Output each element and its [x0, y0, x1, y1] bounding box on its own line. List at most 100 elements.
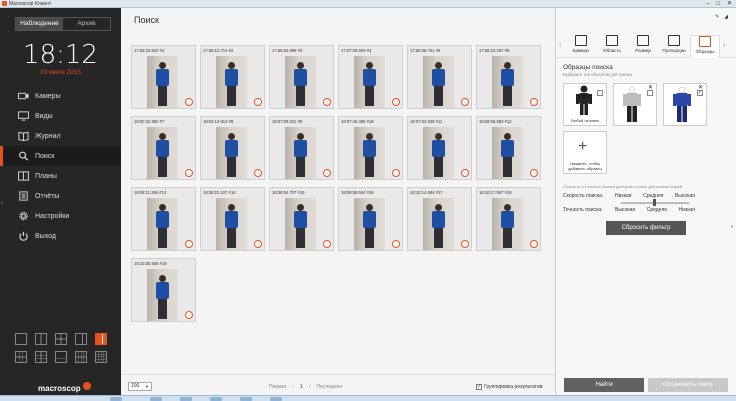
- result-card[interactable]: 17:55:23.842 #1 →: [131, 45, 196, 109]
- result-card[interactable]: 18:10:35.936 #19 →: [131, 258, 196, 322]
- taskbar-item[interactable]: [210, 397, 222, 401]
- result-thumbnail[interactable]: [216, 127, 247, 179]
- tab-size[interactable]: Размер: [628, 35, 658, 53]
- result-card[interactable]: 18:10:17.597 #18 →: [476, 187, 541, 251]
- open-result-icon[interactable]: →: [461, 98, 469, 106]
- open-result-icon[interactable]: →: [323, 169, 331, 177]
- find-button[interactable]: Найти: [564, 378, 644, 392]
- sample-checkbox[interactable]: [647, 90, 653, 96]
- result-thumbnail[interactable]: [492, 198, 523, 250]
- layout-4x4-button[interactable]: [75, 351, 87, 363]
- taskbar-item[interactable]: [110, 397, 122, 401]
- result-thumbnail[interactable]: [285, 127, 316, 179]
- open-result-icon[interactable]: →: [185, 169, 193, 177]
- result-card[interactable]: 17:57:08.509 #4 →: [338, 45, 403, 109]
- expand-icon[interactable]: ◢: [724, 14, 728, 20]
- open-result-icon[interactable]: →: [254, 98, 262, 106]
- result-card[interactable]: 17:56:52.898 #3 →: [269, 45, 334, 109]
- per-page-select[interactable]: 100 ▼: [128, 382, 152, 391]
- pager-current[interactable]: 1: [300, 384, 303, 390]
- speed-accuracy-slider[interactable]: [621, 199, 689, 206]
- result-card[interactable]: 18:08:06.583 #12 →: [476, 116, 541, 180]
- taskbar-item[interactable]: [180, 397, 192, 401]
- pager-first[interactable]: Первая: [269, 384, 286, 390]
- open-result-icon[interactable]: →: [185, 240, 193, 248]
- sample-checkbox[interactable]: ✓: [697, 90, 703, 96]
- layout-2x3-button[interactable]: [35, 351, 47, 363]
- result-card[interactable]: 18:07:46.486 #10 →: [338, 116, 403, 180]
- result-thumbnail[interactable]: [147, 269, 178, 321]
- grouping-toggle[interactable]: ✓ Группировка результатов: [476, 384, 542, 390]
- taskbar-item[interactable]: [270, 397, 282, 401]
- result-card[interactable]: 18:09:58.554 #16 →: [338, 187, 403, 251]
- open-result-icon[interactable]: →: [461, 240, 469, 248]
- result-card[interactable]: 18:07:08.031 #9 →: [269, 116, 334, 180]
- chevron-right-icon[interactable]: ›: [731, 224, 733, 230]
- result-thumbnail[interactable]: [285, 56, 316, 108]
- result-thumbnail[interactable]: [423, 198, 454, 250]
- nav-item-search[interactable]: Поиск: [0, 146, 121, 166]
- result-card[interactable]: 18:00:32.882 #7 →: [131, 116, 196, 180]
- collapse-sidebar-icon[interactable]: ‹: [1, 200, 3, 207]
- speed-option[interactable]: Высокая: [675, 193, 695, 199]
- layout-1x2-button[interactable]: [35, 333, 47, 345]
- result-card[interactable]: 18:08:11.359 #13 →: [131, 187, 196, 251]
- reset-filter-button[interactable]: Сбросить фильтр: [606, 221, 686, 235]
- sample-grey-black[interactable]: ✕: [613, 83, 657, 126]
- result-card[interactable]: 17:58:08.761 #5 →: [407, 45, 472, 109]
- pin-icon[interactable]: ✎: [715, 14, 719, 20]
- result-thumbnail[interactable]: [216, 198, 247, 250]
- result-card[interactable]: 18:04:13.913 #8 →: [200, 116, 265, 180]
- result-thumbnail[interactable]: [285, 198, 316, 250]
- nav-item-views[interactable]: Виды: [0, 106, 121, 126]
- result-card[interactable]: 17:56:12.714 #2 →: [200, 45, 265, 109]
- layout-1plus3-button[interactable]: [75, 333, 87, 345]
- result-card[interactable]: 17:58:23.267 #6 →: [476, 45, 541, 109]
- tabs-next-icon[interactable]: ›: [723, 42, 725, 49]
- result-thumbnail[interactable]: [147, 56, 178, 108]
- tab-proportions[interactable]: Пропорции: [659, 35, 689, 53]
- result-card[interactable]: 18:08:54.707 #15 →: [269, 187, 334, 251]
- nav-item-reports[interactable]: Отчёты: [0, 186, 121, 206]
- slider-handle[interactable]: [653, 199, 656, 206]
- result-card[interactable]: 18:07:52.938 #11 →: [407, 116, 472, 180]
- sample-any-person[interactable]: Любой человек: [563, 83, 607, 126]
- layout-1x1-button[interactable]: [15, 333, 27, 345]
- accuracy-option[interactable]: Высокая: [615, 207, 635, 213]
- accuracy-option[interactable]: Средняя: [647, 207, 667, 213]
- layout-1plus5-button[interactable]: [95, 333, 107, 345]
- layout-5x5-button[interactable]: [95, 351, 107, 363]
- nav-item-plans[interactable]: Планы: [0, 166, 121, 186]
- tab-cameras[interactable]: Камеры: [566, 35, 596, 53]
- sample-checkbox[interactable]: [597, 90, 603, 96]
- result-thumbnail[interactable]: [147, 127, 178, 179]
- open-result-icon[interactable]: →: [185, 311, 193, 319]
- tab-monitoring[interactable]: Наблюдение: [16, 18, 63, 30]
- tab-samples[interactable]: Образцы: [690, 35, 720, 58]
- tab-archive[interactable]: Архив: [63, 18, 110, 30]
- result-thumbnail[interactable]: [147, 198, 178, 250]
- sample-blue-navy[interactable]: ✕ ✓: [663, 83, 707, 126]
- result-card[interactable]: 18:10:14.584 #17 →: [407, 187, 472, 251]
- nav-item-exit[interactable]: Выход: [0, 226, 121, 246]
- nav-item-cameras[interactable]: Камеры: [0, 86, 121, 106]
- nav-item-journal[interactable]: Журнал: [0, 126, 121, 146]
- minimize-button[interactable]: –: [706, 0, 709, 8]
- close-button[interactable]: ✕: [727, 0, 732, 8]
- open-result-icon[interactable]: →: [530, 98, 538, 106]
- layout-1plus7-button[interactable]: [55, 351, 67, 363]
- result-thumbnail[interactable]: [492, 56, 523, 108]
- add-sample-button[interactable]: + Нажмите, чтобы добавить образец: [563, 131, 607, 174]
- open-result-icon[interactable]: →: [530, 169, 538, 177]
- result-thumbnail[interactable]: [216, 56, 247, 108]
- speed-option[interactable]: Низкая: [615, 193, 631, 199]
- maximize-button[interactable]: □: [716, 0, 720, 8]
- open-result-icon[interactable]: →: [323, 98, 331, 106]
- layout-2x2-button[interactable]: [55, 333, 67, 345]
- open-result-icon[interactable]: →: [185, 98, 193, 106]
- accuracy-option[interactable]: Низкая: [679, 207, 695, 213]
- taskbar-item[interactable]: [150, 397, 162, 401]
- open-result-icon[interactable]: →: [392, 169, 400, 177]
- pager-prev[interactable]: ‹: [292, 384, 294, 390]
- open-result-icon[interactable]: →: [392, 240, 400, 248]
